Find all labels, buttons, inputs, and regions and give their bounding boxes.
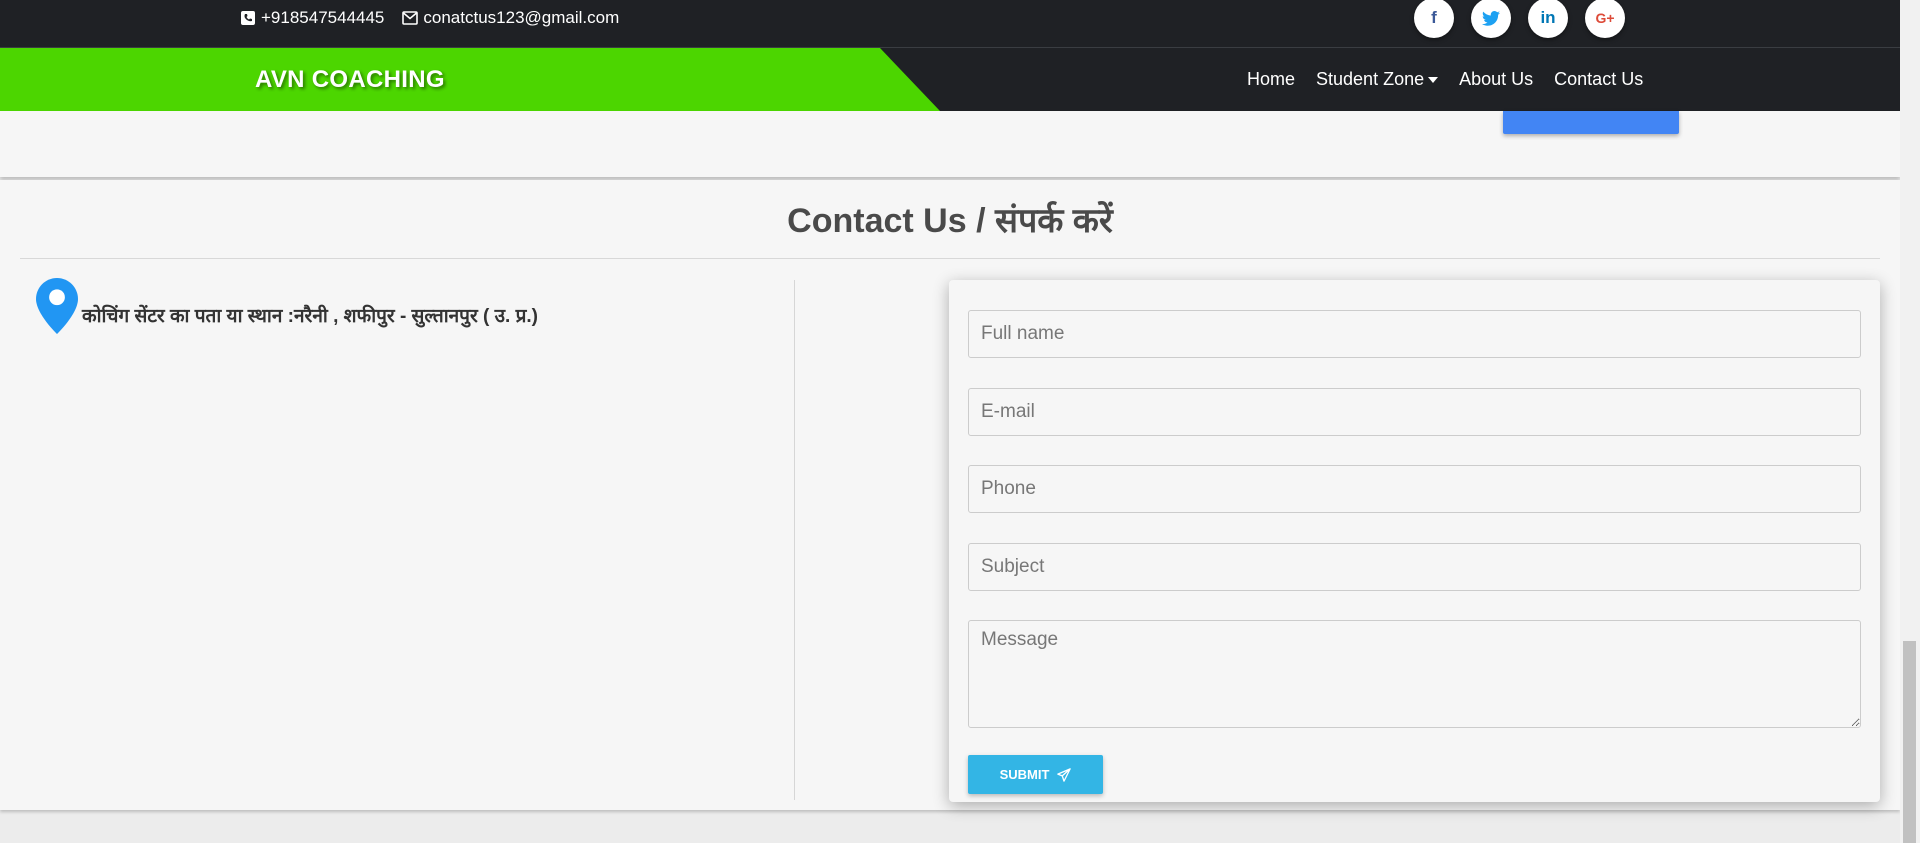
scrollbar-thumb[interactable] xyxy=(1903,641,1916,843)
social-links: f in G+ xyxy=(1414,0,1642,40)
top-bar: +918547544445 conatctus123@gmail.com f i… xyxy=(0,0,1900,48)
envelope-icon xyxy=(402,11,419,25)
facebook-icon[interactable]: f xyxy=(1414,0,1454,38)
email-item: conatctus123@gmail.com xyxy=(402,8,619,28)
submit-button[interactable]: SUBMIT xyxy=(968,755,1103,794)
nav-student-zone-label: Student Zone xyxy=(1316,69,1425,89)
phone-number[interactable]: +918547544445 xyxy=(261,8,384,28)
phone-item: +918547544445 xyxy=(240,8,384,28)
nav-home[interactable]: Home xyxy=(1247,69,1295,90)
section-title: Contact Us / संपर्क करें xyxy=(787,202,1113,240)
address-row: कोचिंग सेंटर का पता या स्थान :नरैनी , शफ… xyxy=(36,278,538,334)
nav-links: Home Student Zone About Us Contact Us xyxy=(1247,69,1664,90)
email-address[interactable]: conatctus123@gmail.com xyxy=(423,8,619,28)
message-textarea[interactable] xyxy=(968,620,1861,728)
navbar: AVN COACHING Home Student Zone About Us … xyxy=(0,48,1900,111)
nav-student-zone[interactable]: Student Zone xyxy=(1316,69,1439,90)
nav-about[interactable]: About Us xyxy=(1459,69,1533,90)
address-text: कोचिंग सेंटर का पता या स्थान :नरैनी , शफ… xyxy=(82,306,539,327)
map-pin-icon xyxy=(36,278,78,334)
title-divider xyxy=(20,258,1880,259)
page: +918547544445 conatctus123@gmail.com f i… xyxy=(0,0,1920,843)
subject-input[interactable] xyxy=(968,543,1861,591)
full-name-input[interactable] xyxy=(968,310,1861,358)
brand-background xyxy=(0,48,940,111)
google-plus-icon[interactable]: G+ xyxy=(1585,0,1625,38)
twitter-icon[interactable] xyxy=(1471,0,1511,38)
phone-icon xyxy=(241,11,255,25)
paper-plane-icon xyxy=(1057,767,1072,782)
phone-input[interactable] xyxy=(968,465,1861,513)
previous-section xyxy=(0,111,1900,177)
contact-info: +918547544445 conatctus123@gmail.com xyxy=(240,8,637,28)
submit-label: SUBMIT xyxy=(999,767,1050,782)
column-divider xyxy=(794,280,795,800)
contact-section: Contact Us / संपर्क करें कोचिंग सेंटर का… xyxy=(0,180,1900,810)
nav-contact[interactable]: Contact Us xyxy=(1554,69,1643,90)
more-info-button[interactable] xyxy=(1503,111,1679,134)
caret-down-icon xyxy=(1428,76,1439,83)
email-input[interactable] xyxy=(968,388,1861,436)
linkedin-icon[interactable]: in xyxy=(1528,0,1568,38)
brand-logo[interactable]: AVN COACHING xyxy=(255,66,445,94)
contact-form: SUBMIT xyxy=(949,280,1880,802)
